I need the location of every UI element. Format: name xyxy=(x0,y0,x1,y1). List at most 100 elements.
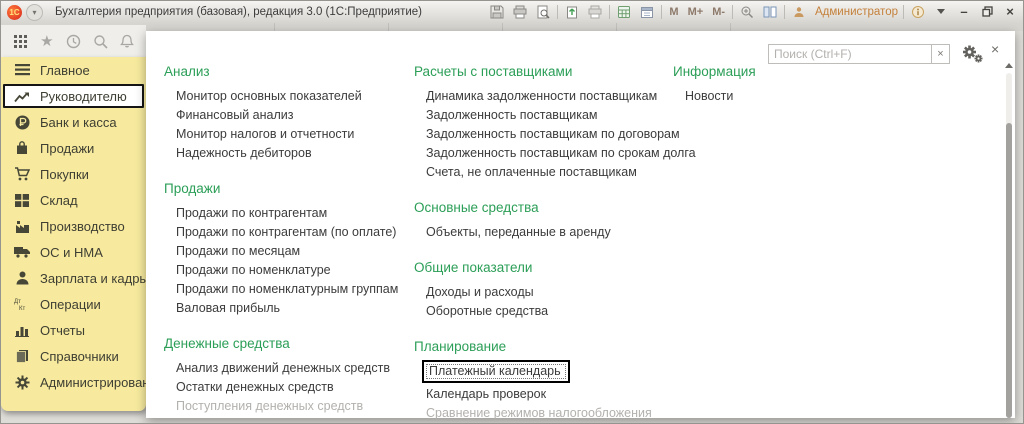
truck-icon xyxy=(13,246,31,258)
scale-m-plus-button[interactable]: M+ xyxy=(686,6,706,18)
menu-link[interactable]: Поступления денежных средств xyxy=(164,397,414,416)
print-file-icon[interactable] xyxy=(586,3,604,20)
history-clock-icon[interactable] xyxy=(66,34,81,49)
menu-link[interactable]: Задолженность поставщикам по срокам долг… xyxy=(414,144,684,163)
scale-m-button[interactable]: M xyxy=(667,6,680,18)
menu-link[interactable]: Продажи по номенклатурным группам xyxy=(164,280,414,299)
menu-link[interactable]: Задолженность поставщикам xyxy=(414,106,684,125)
sections-sidebar: Главное Руководителю Банк и касса Продаж… xyxy=(1,57,146,411)
tab-divider xyxy=(502,23,503,31)
print-preview-icon[interactable] xyxy=(534,3,552,20)
sidebar-item-label: Главное xyxy=(40,63,90,78)
cart-icon xyxy=(13,167,31,181)
settings-gears-icon[interactable] xyxy=(962,45,984,63)
sidebar-item-proizvodstvo[interactable]: Производство xyxy=(1,213,146,239)
calculator-icon[interactable] xyxy=(615,3,633,20)
sidebar-item-administrirovanie[interactable]: Администрирование xyxy=(1,369,146,395)
vertical-scrollbar[interactable] xyxy=(1005,63,1013,418)
menu-link[interactable]: Анализ движений денежных средств xyxy=(164,359,414,378)
sidebar-item-label: Зарплата и кадры xyxy=(40,271,149,286)
sidebar-item-os-i-nma[interactable]: ОС и НМА xyxy=(1,239,146,265)
chevron-down-icon[interactable] xyxy=(932,3,950,20)
save-icon[interactable] xyxy=(488,3,506,20)
sidebar-item-zarplata-i-kadry[interactable]: Зарплата и кадры xyxy=(1,265,146,291)
system-menu-button[interactable]: ▾ xyxy=(26,4,43,21)
sidebar-item-prodazhi[interactable]: Продажи xyxy=(1,135,146,161)
sidebar-item-spravochniki[interactable]: Справочники xyxy=(1,343,146,369)
menu-link[interactable]: Динамика задолженности поставщикам xyxy=(414,87,684,106)
search-icon[interactable] xyxy=(93,34,108,49)
menu-icon xyxy=(13,64,31,76)
sidebar-item-pokupki[interactable]: Покупки xyxy=(1,161,146,187)
favorites-star-icon[interactable]: ★ xyxy=(40,34,53,49)
menu-link[interactable]: Монитор налогов и отчетности xyxy=(164,125,414,144)
info-icon[interactable] xyxy=(909,3,927,20)
section-title: Общие показатели xyxy=(414,261,684,275)
menu-link[interactable]: Валовая прибыль xyxy=(164,299,414,318)
menu-link[interactable]: Объекты, переданные в аренду xyxy=(414,223,684,242)
menu-link[interactable]: Новости xyxy=(673,87,873,106)
section-title: Основные средства xyxy=(414,201,684,215)
scrollbar-thumb[interactable] xyxy=(1006,123,1012,418)
current-user-label[interactable]: Администратор xyxy=(815,6,898,18)
scale-m-minus-button[interactable]: M- xyxy=(710,6,727,18)
minimize-button[interactable]: – xyxy=(955,3,973,20)
scroll-up-icon[interactable] xyxy=(1005,63,1013,68)
section-osnovnye-sredstva: Основные средства Объекты, переданные в … xyxy=(414,201,684,242)
panel-column-1: Анализ Монитор основных показателей Фина… xyxy=(164,65,414,424)
menu-link[interactable]: Остатки денежных средств xyxy=(164,378,414,397)
menu-link[interactable]: Счета, не оплаченные поставщикам xyxy=(414,163,684,182)
tab-divider xyxy=(730,23,731,31)
menu-link[interactable]: Финансовый анализ xyxy=(164,106,414,125)
menu-link[interactable]: Продажи по месяцам xyxy=(164,242,414,261)
section-title: Информация xyxy=(673,65,873,79)
search-clear-button[interactable]: × xyxy=(932,44,950,64)
sections-menu-icon[interactable] xyxy=(13,34,28,49)
menu-link[interactable]: Календарь проверок xyxy=(414,385,684,404)
menu-link[interactable]: Доходы и расходы xyxy=(414,283,684,302)
notifications-bell-icon[interactable] xyxy=(120,34,134,49)
menu-link[interactable]: Надежность дебиторов xyxy=(164,144,414,163)
section-title: Анализ xyxy=(164,65,414,79)
menu-link[interactable]: Продажи по номенклатуре xyxy=(164,261,414,280)
panel-close-button[interactable]: × xyxy=(991,41,999,57)
menu-link[interactable]: Продажи по контрагентам (по оплате) xyxy=(164,223,414,242)
section-title: Продажи xyxy=(164,182,414,196)
menu-link[interactable]: Продажи по контрагентам xyxy=(164,204,414,223)
sidebar-item-label: Производство xyxy=(40,219,125,234)
toolbar-separator xyxy=(784,5,785,19)
sidebar-item-operatsii[interactable]: ДтКт Операции xyxy=(1,291,146,317)
sidebar-item-bank-i-kassa[interactable]: Банк и касса xyxy=(1,109,146,135)
close-window-button[interactable]: × xyxy=(1001,3,1019,20)
menu-link[interactable]: Задолженность поставщикам по договорам xyxy=(414,125,684,144)
section-raschety-s-postavshchikami: Расчеты с поставщиками Динамика задолжен… xyxy=(414,65,684,182)
trend-icon xyxy=(13,90,31,103)
section-title: Денежные средства xyxy=(164,337,414,351)
restore-button[interactable] xyxy=(978,3,996,20)
calendar-icon[interactable] xyxy=(638,3,656,20)
section-prodazhi: Продажи Продажи по контрагентам Продажи … xyxy=(164,182,414,318)
export-icon[interactable] xyxy=(563,3,581,20)
books-icon xyxy=(13,349,31,363)
sidebar-item-rukovoditelyu[interactable]: Руководителю xyxy=(3,84,144,108)
menu-link[interactable]: Оборотные средства xyxy=(414,302,684,321)
sales-bag-icon xyxy=(13,141,31,155)
ruble-icon xyxy=(13,115,31,130)
tab-divider xyxy=(616,23,617,31)
tab-divider xyxy=(274,23,275,31)
menu-link-payment-calendar[interactable]: Платежный календарь xyxy=(422,360,570,383)
print-icon[interactable] xyxy=(511,3,529,20)
window-title: Бухгалтерия предприятия (базовая), редак… xyxy=(55,6,422,18)
sidebar-item-otchety[interactable]: Отчеты xyxy=(1,317,146,343)
gear-icon xyxy=(13,375,31,390)
sidebar-item-label: Банк и касса xyxy=(40,115,117,130)
sidebar-item-glavnoe[interactable]: Главное xyxy=(1,57,146,83)
search-input[interactable] xyxy=(768,44,932,64)
1c-logo-icon: 1С xyxy=(7,5,22,20)
split-window-icon[interactable] xyxy=(761,3,779,20)
sidebar-item-sklad[interactable]: Склад xyxy=(1,187,146,213)
menu-link[interactable]: Монитор основных показателей xyxy=(164,87,414,106)
menu-link[interactable]: Сравнение режимов налогообложения xyxy=(414,404,684,423)
toolbar-separator xyxy=(903,5,904,19)
zoom-icon[interactable] xyxy=(738,3,756,20)
